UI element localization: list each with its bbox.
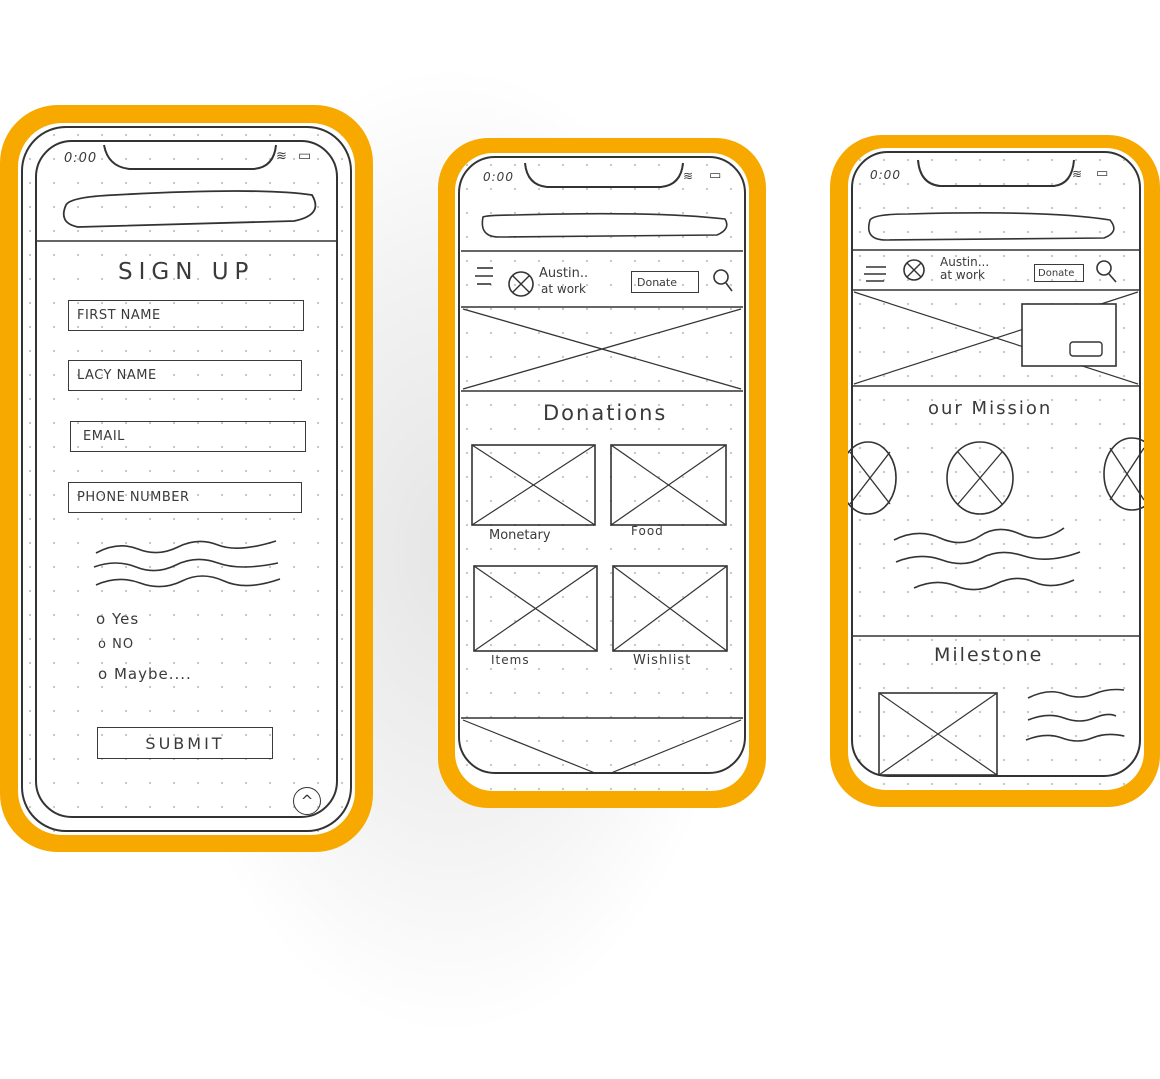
brand-logo-icon (509, 272, 533, 296)
carousel-item[interactable] (947, 442, 1013, 514)
phone-donations-frame (458, 156, 746, 774)
search-icon[interactable] (711, 267, 735, 293)
radio-no-label: NO (112, 637, 135, 652)
milestone-image-placeholder (879, 693, 997, 775)
donate-button[interactable]: Donate (1034, 264, 1084, 282)
search-icon[interactable] (1094, 258, 1118, 284)
first-name-field[interactable]: FIRST NAME (68, 300, 304, 331)
radio-circle-icon: o (96, 610, 107, 628)
tile-label-monetary[interactable]: Monetary (489, 528, 551, 543)
battery-icon: ▭ (298, 148, 313, 164)
radio-circle-icon: o (98, 637, 107, 652)
phone-donations: 0:00 ≋ ▭ Austin.. at work Donate Donatio… (438, 138, 766, 808)
phone-mission-screen: 0:00 ≋ ▭ Austin... at work Donate our Mi… (848, 148, 1144, 790)
submit-button[interactable]: SUBMIT (97, 727, 273, 759)
mission-title: our Mission (928, 398, 1053, 419)
tile-label-items[interactable]: Items (491, 653, 530, 667)
wifi-icon: ≋ (276, 149, 288, 164)
brand-subtitle: at work (541, 282, 586, 296)
phone-donations-screen: 0:00 ≋ ▭ Austin.. at work Donate Donatio… (455, 153, 749, 791)
email-field[interactable]: EMAIL (70, 421, 306, 452)
status-time: 0:00 (483, 170, 514, 184)
phone-signup: 0:00 ≋ ▭ SIGN UP FIRST NAME LACY NAME EM… (0, 105, 373, 852)
brand-name: Austin.. (539, 266, 589, 281)
brand-logo-icon (904, 260, 926, 282)
phone-number-field[interactable]: PHONE NUMBER (68, 482, 302, 513)
status-time: 0:00 (870, 168, 901, 182)
video-placeholder[interactable] (1022, 304, 1116, 366)
wifi-icon: ≋ (683, 169, 695, 183)
menu-icon[interactable] (864, 260, 888, 286)
brand-subtitle: at work (940, 268, 985, 282)
phone-signup-screen: 0:00 ≋ ▭ SIGN UP FIRST NAME LACY NAME EM… (18, 123, 355, 835)
phone-mission: 0:00 ≋ ▭ Austin... at work Donate our Mi… (830, 135, 1160, 807)
last-name-field[interactable]: LACY NAME (68, 360, 302, 391)
brand-name: Austin... (940, 255, 990, 269)
radio-circle-icon: o (98, 665, 109, 683)
tile-label-wishlist[interactable]: Wishlist (633, 653, 691, 668)
signup-title: SIGN UP (118, 259, 255, 285)
radio-yes-label: Yes (111, 610, 140, 628)
milestone-title: Milestone (934, 644, 1044, 666)
battery-icon: ▭ (1096, 166, 1110, 181)
radio-no[interactable]: o NO (98, 637, 134, 652)
radio-maybe-label: Maybe.... (113, 665, 192, 683)
radio-maybe[interactable]: o Maybe.... (98, 665, 192, 683)
battery-icon: ▭ (709, 168, 723, 183)
chevron-up-icon[interactable]: ^ (293, 787, 321, 815)
radio-yes[interactable]: o Yes (96, 610, 139, 628)
menu-icon[interactable] (475, 261, 495, 291)
donate-button[interactable]: Donate (631, 271, 699, 293)
hero-image-placeholder (461, 307, 743, 391)
donations-title: Donations (543, 401, 668, 425)
tile-label-food[interactable]: Food (631, 524, 664, 538)
status-time: 0:00 (64, 151, 98, 166)
wifi-icon: ≋ (1072, 167, 1084, 181)
